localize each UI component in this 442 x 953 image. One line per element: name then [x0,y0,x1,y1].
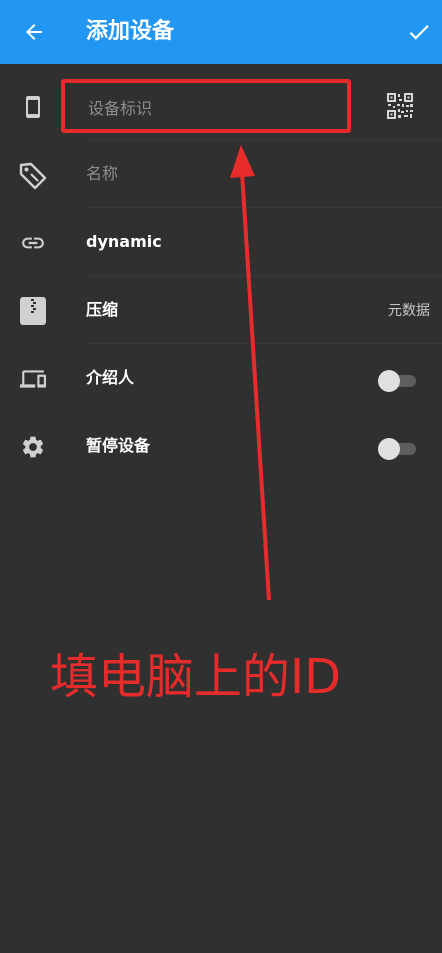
pause-label: 暂停设备 [86,436,151,455]
app-bar: 添加设备 [0,0,442,64]
address-row[interactable]: dynamic [0,208,442,276]
check-icon [409,25,429,40]
name-field-label: 名称 [86,164,119,183]
confirm-button[interactable] [404,18,434,46]
device-id-input[interactable] [86,92,340,124]
arrow-back-icon [26,24,42,40]
qr-code-icon [386,92,414,120]
address-value: dynamic [86,232,162,251]
toggle-thumb [378,438,400,460]
page-title: 添加设备 [86,19,175,44]
gear-icon [18,432,48,462]
devices-icon [18,364,48,394]
pause-row: 暂停设备 [0,412,442,480]
annotation-text: 填电脑上的ID [50,649,342,705]
introducer-label: 介绍人 [86,368,135,387]
compression-value: 元数据 [388,303,430,319]
compression-row[interactable]: 压缩 元数据 [0,276,442,344]
scan-qr-button[interactable] [386,92,414,120]
back-button[interactable] [20,18,48,46]
toggle-thumb [378,370,400,392]
name-row[interactable]: 名称 [0,140,442,208]
tag-icon [18,160,48,190]
pause-toggle[interactable] [378,438,416,460]
introducer-toggle[interactable] [378,370,416,392]
zip-icon [18,296,48,326]
link-icon [18,228,48,258]
introducer-row: 介绍人 [0,344,442,412]
compression-label: 压缩 [86,300,119,319]
phone-icon [18,92,48,122]
